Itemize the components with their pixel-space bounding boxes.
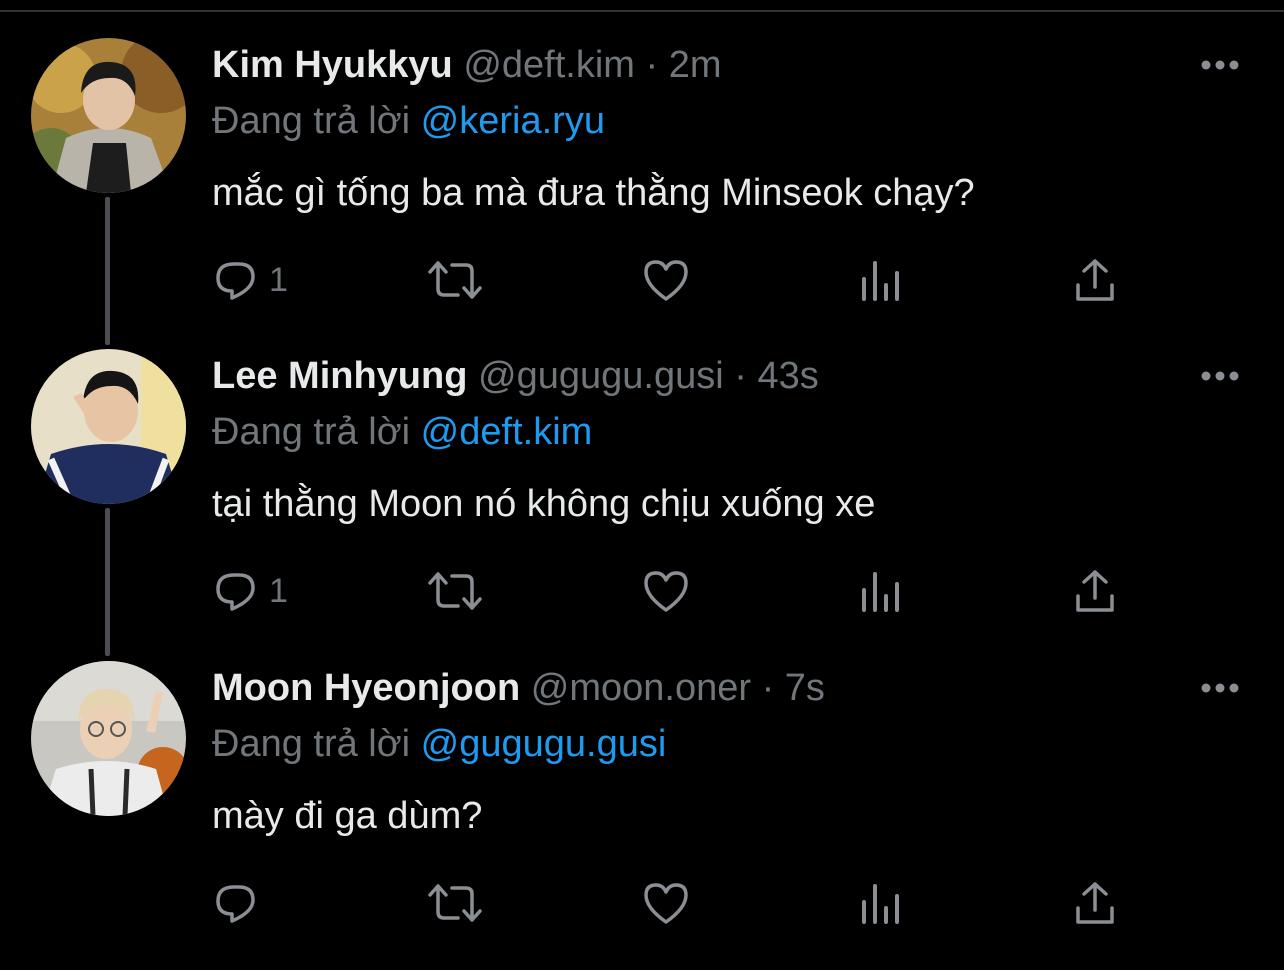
retweet-button[interactable] xyxy=(428,250,482,310)
timestamp[interactable]: 7s xyxy=(785,667,825,709)
share-button[interactable] xyxy=(1072,561,1118,621)
replying-to: Đang trả lời @keria.ryu xyxy=(212,91,605,151)
reply-prefix: Đang trả lời xyxy=(212,411,411,453)
reply-prefix: Đang trả lời xyxy=(212,723,411,765)
author-name[interactable]: Kim Hyukkyu xyxy=(212,44,453,86)
timestamp[interactable]: 43s xyxy=(757,355,818,397)
more-icon xyxy=(1201,371,1239,381)
reply-prefix: Đang trả lời xyxy=(212,100,411,142)
replying-to: Đang trả lời @deft.kim xyxy=(212,402,592,462)
author-name[interactable]: Moon Hyeonjoon xyxy=(212,667,520,709)
views-icon xyxy=(862,261,899,301)
reply-button[interactable]: 1 xyxy=(213,250,288,310)
views-icon xyxy=(862,884,899,924)
views-button[interactable] xyxy=(858,873,904,933)
avatar-photo xyxy=(31,349,186,504)
share-icon xyxy=(1076,882,1114,924)
top-divider xyxy=(0,10,1284,12)
like-button[interactable] xyxy=(642,873,690,933)
like-button[interactable] xyxy=(642,561,690,621)
tweet-header: Lee Minhyung @gugugu.gusi · 43s xyxy=(212,346,819,406)
timestamp[interactable]: 2m xyxy=(669,44,722,86)
action-bar xyxy=(0,873,1284,933)
avatar[interactable] xyxy=(31,349,186,504)
retweet-icon xyxy=(428,884,482,922)
tweet[interactable]: Lee Minhyung @gugugu.gusi · 43s Đang trả… xyxy=(0,346,1284,658)
reply-button[interactable]: 1 xyxy=(213,561,288,621)
retweet-button[interactable] xyxy=(428,561,482,621)
more-options-button[interactable] xyxy=(1198,676,1242,700)
like-button[interactable] xyxy=(642,250,690,310)
heart-icon xyxy=(644,883,688,924)
tweet[interactable]: Kim Hyukkyu @deft.kim · 2m Đang trả lời … xyxy=(0,35,1284,347)
separator-dot: · xyxy=(645,44,659,86)
action-bar: 1 xyxy=(0,250,1284,310)
author-handle[interactable]: @moon.oner xyxy=(531,667,751,709)
avatar[interactable] xyxy=(31,661,186,816)
tweet-text: tại thằng Moon nó không chịu xuống xe xyxy=(212,483,876,525)
reply-icon xyxy=(216,885,255,923)
author-name[interactable]: Lee Minhyung xyxy=(212,355,467,397)
views-icon xyxy=(862,572,899,612)
reply-mention[interactable]: @keria.ryu xyxy=(421,100,605,142)
avatar-photo xyxy=(31,661,186,816)
avatar-photo xyxy=(31,38,186,193)
share-icon xyxy=(1076,259,1114,301)
more-icon xyxy=(1201,60,1239,70)
replying-to: Đang trả lời @gugugu.gusi xyxy=(212,714,666,774)
tweet[interactable]: Moon Hyeonjoon @moon.oner · 7s Đang trả … xyxy=(0,658,1284,970)
retweet-icon xyxy=(428,261,482,299)
heart-icon xyxy=(644,260,688,301)
retweet-icon xyxy=(428,572,482,610)
reply-count: 1 xyxy=(269,260,288,299)
share-icon xyxy=(1076,570,1114,612)
more-icon xyxy=(1201,683,1239,693)
views-button[interactable] xyxy=(858,250,904,310)
share-button[interactable] xyxy=(1072,873,1118,933)
retweet-button[interactable] xyxy=(428,873,482,933)
avatar[interactable] xyxy=(31,38,186,193)
tweet-text: mắc gì tống ba mà đưa thằng Minseok chạy… xyxy=(212,172,975,214)
share-button[interactable] xyxy=(1072,250,1118,310)
reply-icon xyxy=(216,573,255,611)
author-handle[interactable]: @deft.kim xyxy=(463,44,635,86)
reply-button[interactable] xyxy=(213,873,269,933)
heart-icon xyxy=(644,571,688,612)
action-bar: 1 xyxy=(0,561,1284,621)
more-options-button[interactable] xyxy=(1198,364,1242,388)
tweet-header: Kim Hyukkyu @deft.kim · 2m xyxy=(212,35,722,95)
reply-count: 1 xyxy=(269,571,288,610)
reply-mention[interactable]: @deft.kim xyxy=(421,411,593,453)
tweet-text: mày đi ga dùm? xyxy=(212,795,483,837)
reply-icon xyxy=(216,262,255,300)
reply-mention[interactable]: @gugugu.gusi xyxy=(421,723,667,765)
separator-dot: · xyxy=(734,355,747,397)
more-options-button[interactable] xyxy=(1198,53,1242,77)
views-button[interactable] xyxy=(858,561,904,621)
tweet-header: Moon Hyeonjoon @moon.oner · 7s xyxy=(212,658,825,718)
author-handle[interactable]: @gugugu.gusi xyxy=(478,355,724,397)
separator-dot: · xyxy=(761,667,775,709)
